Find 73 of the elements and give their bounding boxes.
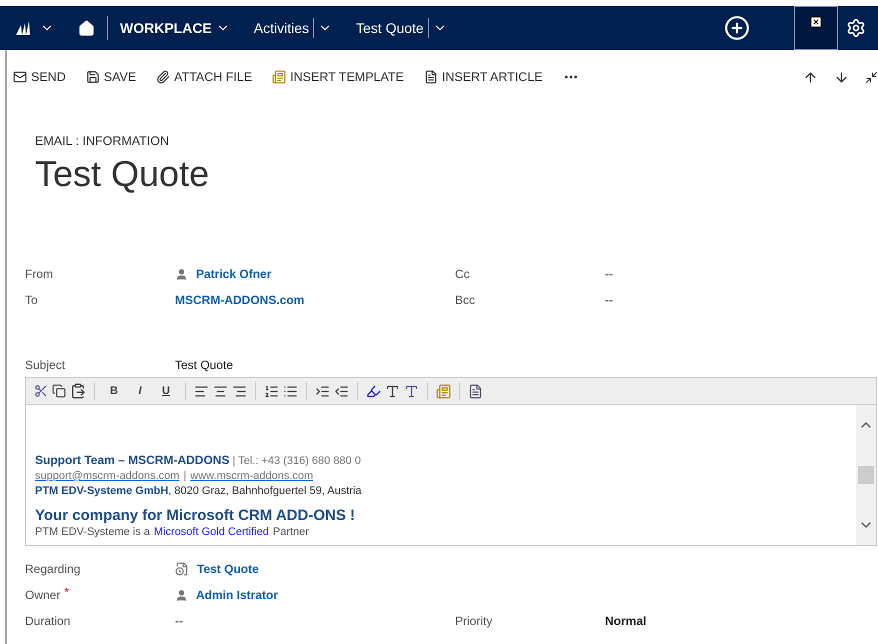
field-label: Bcc — [455, 292, 476, 309]
separator-text: | — [183, 469, 186, 484]
person-icon — [175, 588, 188, 602]
command-button[interactable]: INSERT TEMPLATE — [272, 68, 404, 86]
bullet-list-icon[interactable] — [283, 384, 298, 398]
field-label: Owner — [25, 587, 60, 604]
document-icon[interactable] — [468, 384, 483, 398]
collapse-icon[interactable] — [865, 70, 878, 84]
scrollbar[interactable] — [856, 405, 876, 545]
numbered-list-icon[interactable] — [264, 384, 279, 398]
format-button[interactable]: U — [155, 380, 177, 402]
envelope-icon — [13, 70, 27, 84]
field-value: -- — [605, 266, 614, 283]
highlight-icon[interactable] — [366, 384, 381, 398]
recipient-link[interactable]: MSCRM-ADDONS.com — [175, 291, 455, 309]
command-button[interactable]: SEND — [13, 68, 66, 86]
align-left-icon[interactable] — [194, 384, 209, 398]
align-right-icon[interactable] — [232, 384, 247, 398]
area-menu[interactable]: WORKPLACE — [120, 18, 230, 38]
field-label: Regarding — [25, 561, 80, 578]
required-marker: * — [64, 586, 70, 598]
partner-text: PTM EDV-Systeme is a — [35, 525, 150, 540]
command-button[interactable]: INSERT ARTICLE — [424, 68, 543, 86]
field-label: From — [25, 266, 53, 283]
subject-value: Test Quote — [175, 357, 234, 374]
breadcrumb-link[interactable]: Activities — [254, 18, 310, 38]
breadcrumb-link[interactable]: Test Quote — [356, 18, 424, 38]
email-link[interactable]: support@mscrm-addons.com — [35, 469, 180, 484]
paste-icon[interactable] — [70, 383, 86, 399]
align-center-icon[interactable] — [213, 384, 228, 398]
copy-icon[interactable] — [52, 384, 66, 398]
field-value: -- — [175, 613, 184, 630]
template-icon — [272, 70, 286, 84]
slogan-heading: Your company for Microsoft CRM ADD-ONS ! — [35, 507, 356, 525]
font-size-icon[interactable] — [385, 384, 400, 398]
settings-icon[interactable] — [846, 18, 866, 38]
partner-text: Partner — [272, 525, 309, 540]
format-button[interactable]: B — [103, 380, 125, 402]
user-link[interactable]: Patrick Ofner — [196, 265, 272, 283]
paperclip-icon — [156, 70, 170, 84]
field-label: To — [25, 292, 38, 309]
website-link[interactable]: www.mscrm-addons.com — [190, 469, 314, 484]
outdent-icon[interactable] — [334, 384, 349, 398]
record-link[interactable]: Test Quote — [197, 560, 259, 578]
command-button[interactable]: ATTACH FILE — [156, 68, 252, 86]
home-icon[interactable] — [78, 20, 95, 36]
scroll-thumb[interactable] — [858, 466, 874, 484]
create-icon[interactable] — [724, 15, 750, 41]
notification-button[interactable] — [794, 6, 838, 50]
partner-link[interactable]: Microsoft Gold Certified — [154, 525, 269, 540]
close-square-icon — [809, 15, 823, 29]
record-icon — [175, 562, 189, 576]
cut-icon[interactable] — [34, 384, 48, 398]
document-icon — [424, 70, 438, 84]
record-title: Test Quote — [35, 152, 210, 196]
command-button[interactable]: SAVE — [86, 68, 136, 86]
save-icon — [86, 70, 100, 84]
indent-icon[interactable] — [315, 384, 330, 398]
font-color-icon[interactable] — [404, 384, 419, 398]
address-line: PTM EDV-Systeme GmbH, 8020 Graz, Bahnhofguertel 59, Austria — [35, 484, 363, 499]
person-icon — [175, 268, 188, 280]
format-button[interactable]: I — [129, 380, 151, 402]
field-value: -- — [605, 292, 614, 309]
field-label: Cc — [455, 266, 471, 283]
signature-line: Support Team – MSCRM-ADDONS | Tel.: +43 (316) 680 880 0 — [35, 453, 362, 469]
user-link[interactable]: Admin Istrator — [196, 586, 278, 604]
field-label: Duration — [25, 613, 70, 630]
arrow-down-icon[interactable] — [834, 70, 849, 84]
entity-label: EMAIL : INFORMATION — [35, 133, 170, 150]
field-value: Normal — [605, 613, 648, 630]
template-icon[interactable] — [436, 384, 451, 398]
field-label: Priority — [455, 613, 494, 630]
field-label: Subject — [25, 357, 66, 374]
